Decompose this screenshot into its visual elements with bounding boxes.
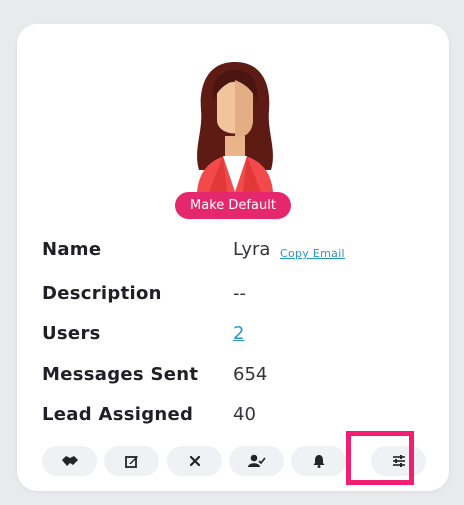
name-label: Name bbox=[42, 239, 102, 260]
handshake-icon bbox=[61, 456, 78, 466]
edit-icon bbox=[124, 456, 138, 468]
handshake-button[interactable] bbox=[42, 446, 97, 476]
messages-sent-value: 654 bbox=[233, 364, 268, 385]
copy-email-link[interactable]: Copy Email bbox=[280, 247, 345, 260]
profile-card: Make Default Name Lyra Copy Email Descri… bbox=[17, 24, 449, 491]
notification-button[interactable] bbox=[291, 446, 346, 476]
assign-user-button[interactable] bbox=[229, 446, 284, 476]
users-link[interactable]: 2 bbox=[233, 323, 244, 344]
highlight-box bbox=[346, 431, 414, 485]
lead-assigned-label: Lead Assigned bbox=[42, 404, 194, 425]
make-default-button[interactable]: Make Default bbox=[175, 192, 291, 219]
user-check-icon bbox=[247, 454, 266, 467]
messages-sent-label: Messages Sent bbox=[42, 364, 199, 385]
close-icon bbox=[189, 456, 200, 466]
edit-button[interactable] bbox=[104, 446, 159, 476]
lead-assigned-value: 40 bbox=[233, 404, 256, 425]
delete-button[interactable] bbox=[167, 446, 222, 476]
name-value: Lyra bbox=[233, 239, 271, 260]
users-label: Users bbox=[42, 323, 101, 344]
description-value: -- bbox=[233, 283, 246, 304]
avatar bbox=[197, 62, 273, 192]
description-label: Description bbox=[42, 283, 162, 304]
bell-icon bbox=[313, 455, 324, 468]
